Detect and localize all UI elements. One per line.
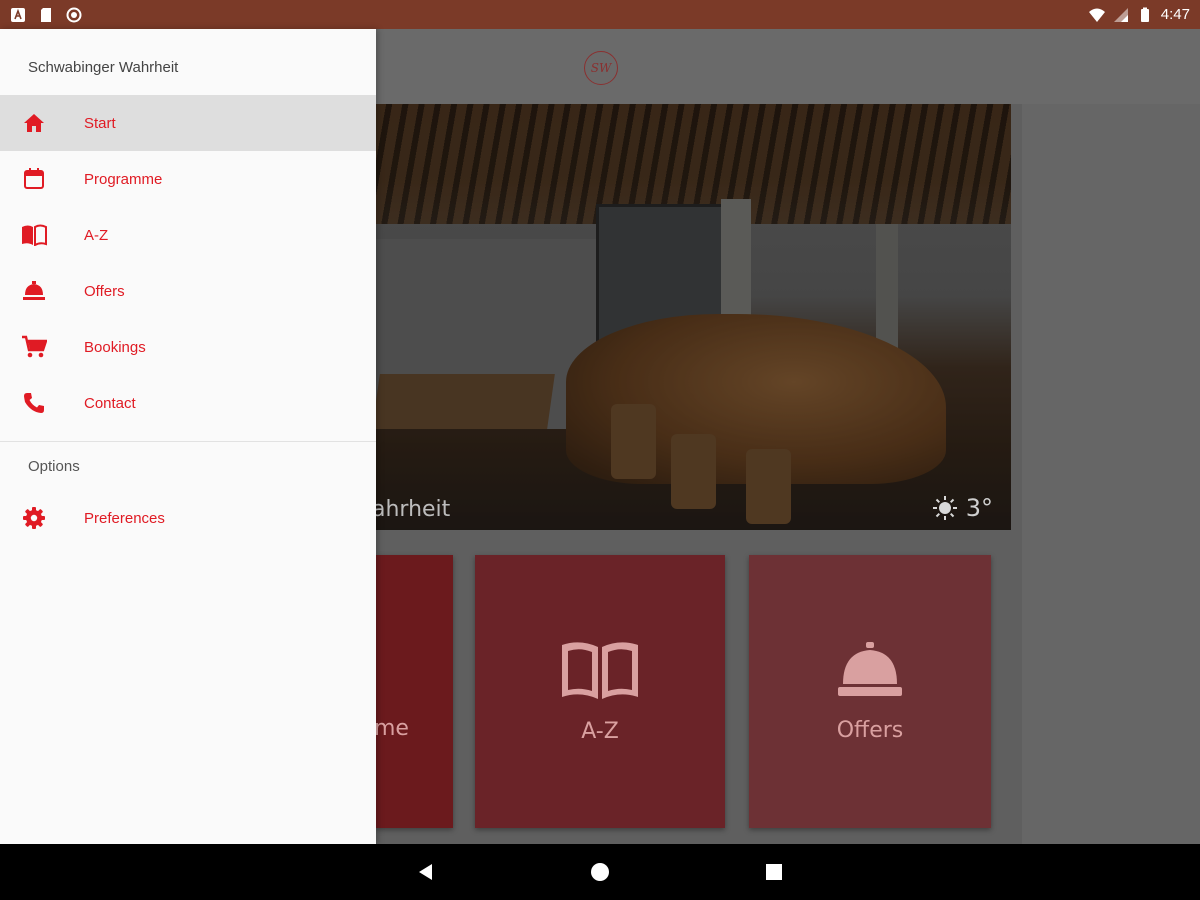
menu-item-a-z[interactable]: A-Z [0,207,376,263]
tile-programme[interactable]: me [374,555,453,828]
recents-button[interactable] [762,860,786,884]
menu-item-contact[interactable]: Contact [0,375,376,431]
menu-item-contact-label: Contact [84,394,136,412]
battery-icon [1140,7,1149,22]
menu-item-start[interactable]: Start [0,95,376,151]
sd-card-icon [41,7,51,22]
home-icon [20,109,48,137]
cart-icon [20,333,48,361]
menu-item-programme-label: Programme [84,170,163,188]
book-icon [20,221,48,249]
sun-icon [932,496,957,520]
wifi-icon [1088,8,1105,22]
app-logo[interactable]: SW [584,51,618,85]
menu-item-a-z-label: A-Z [84,226,109,244]
tile-offers[interactable]: Offers [749,555,991,828]
menu-item-programme[interactable]: Programme [0,151,376,207]
options-section-title: Options [28,457,80,475]
recents-square-icon [766,864,782,880]
signal-icon [1113,7,1128,22]
tile-a-z-label: A-Z [581,719,619,744]
menu-item-preferences-label: Preferences [84,509,165,527]
menu-item-bookings[interactable]: Bookings [0,319,376,375]
weather-widget: 3° [932,494,993,522]
home-button[interactable] [588,860,612,884]
app-store-icon [11,7,25,22]
menu-item-offers-label: Offers [84,282,125,300]
tile-a-z[interactable]: A-Z [475,555,725,828]
back-triangle-icon [419,864,432,880]
drawer-menu: Start Programme A-Z Offers Bookings Cont… [0,95,376,546]
record-icon [66,7,82,22]
home-circle-icon [591,863,609,881]
hero-image[interactable]: ahrheit 3° [376,104,1011,530]
tile-offers-label: Offers [836,718,904,743]
status-bar: 4:47 [0,0,1200,29]
phone-icon [20,389,48,417]
side-panel [1022,104,1200,844]
drawer-title: Schwabinger Wahrheit [28,59,179,76]
system-nav-bar [0,844,1200,900]
hero-caption: ahrheit [376,497,451,522]
back-button[interactable] [414,860,438,884]
service-bell-icon [838,642,902,696]
tile-programme-label: me [374,716,409,741]
menu-item-bookings-label: Bookings [84,338,146,356]
menu-item-preferences[interactable]: Preferences [0,490,376,546]
temperature: 3° [965,494,993,522]
gear-icon [20,504,48,532]
menu-item-start-label: Start [84,114,116,132]
service-bell-icon [20,277,48,305]
navigation-drawer: Schwabinger Wahrheit Start Programme A-Z… [0,29,376,844]
status-time: 4:47 [1160,6,1190,23]
open-book-icon [562,642,638,699]
calendar-icon [20,165,48,193]
menu-item-offers[interactable]: Offers [0,263,376,319]
